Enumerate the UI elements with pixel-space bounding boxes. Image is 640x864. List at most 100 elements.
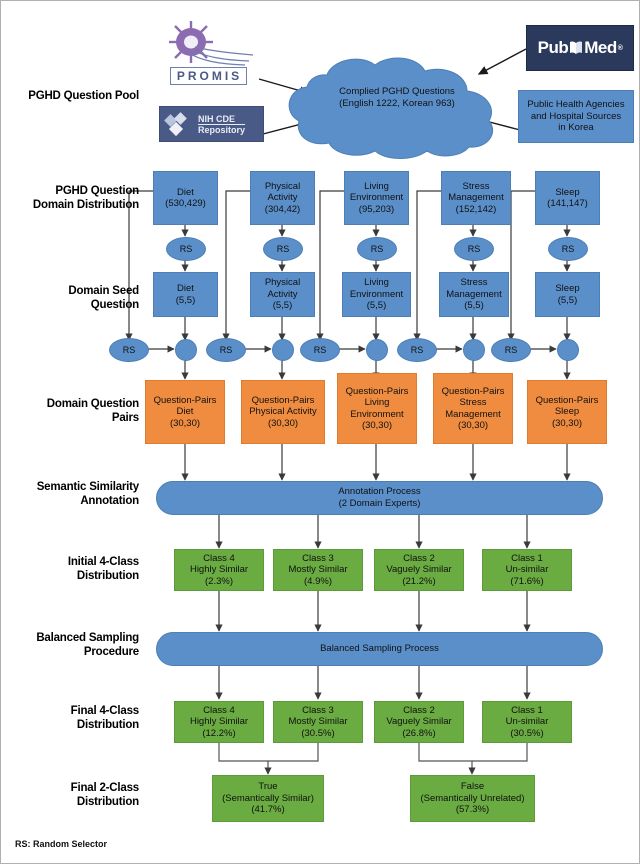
class-pct: (30.5%) bbox=[510, 727, 544, 739]
seed-box-diet: Diet (5,5) bbox=[153, 272, 218, 317]
initial-class-box-3: Class 3 Mostly Similar (4.9%) bbox=[273, 549, 363, 591]
final-class-box-4: Class 4 Highly Similar (12.2%) bbox=[174, 701, 264, 743]
pubmed-logo: Pub Med ® bbox=[526, 25, 634, 71]
initial-class-box-2: Class 2 Vaguely Similar (21.2%) bbox=[374, 549, 464, 591]
pairs-count: (30,30) bbox=[457, 420, 489, 431]
stage-label-pool: PGHD Question Pool bbox=[28, 90, 139, 102]
class-pct: (4.9%) bbox=[304, 575, 332, 587]
stage-label-initial-4class: Initial 4-Class Distribution bbox=[67, 556, 139, 582]
pubmed-text-pub: Pub bbox=[537, 38, 569, 57]
seed-name-l1: Diet bbox=[177, 283, 194, 294]
domain-pool-box-stress-management: Stress Management (152,142) bbox=[441, 171, 511, 225]
rs-label: RS bbox=[561, 244, 575, 254]
rs-label: RS bbox=[276, 244, 290, 254]
class-pct: (21.2%) bbox=[402, 575, 436, 587]
nih-cde-diamonds-icon bbox=[164, 112, 187, 137]
seed-box-sleep: Sleep (5,5) bbox=[535, 272, 600, 317]
rs-ellipse-pairing-stress-management: RS bbox=[397, 338, 437, 362]
class-name: Class 2 bbox=[403, 704, 435, 716]
question-pairs-box-physical-activity: Question-Pairs Physical Activity (30,30) bbox=[241, 380, 325, 444]
seed-count: (5,5) bbox=[175, 294, 196, 306]
merge-node-stress-management bbox=[463, 339, 485, 361]
pairs-title-l1: Question-Pairs bbox=[441, 385, 505, 397]
rs-ellipse-pairing-living-environment: RS bbox=[300, 338, 340, 362]
class-pct: (12.2%) bbox=[202, 727, 236, 739]
pairs-title-l3: Environment bbox=[350, 408, 404, 420]
public-health-line3: in Korea bbox=[558, 122, 594, 134]
rs-ellipse-pairing-physical-activity: RS bbox=[206, 338, 246, 362]
rs-label: RS bbox=[219, 345, 233, 355]
domain-pool-name-l1: Physical bbox=[264, 180, 301, 192]
annotation-line1: Annotation Process bbox=[338, 486, 421, 497]
seed-count: (5,5) bbox=[366, 300, 387, 312]
rs-ellipse-stress-management: RS bbox=[454, 237, 494, 261]
class-name: Class 3 bbox=[302, 552, 334, 564]
class-label: Mostly Similar bbox=[288, 716, 348, 728]
initial-class-box-1: Class 1 Un-similar (71.6%) bbox=[482, 549, 572, 591]
rs-ellipse-physical-activity: RS bbox=[263, 237, 303, 261]
promis-logo: PROMIS bbox=[156, 13, 261, 85]
pubmed-wordmark: Pub Med ® bbox=[538, 38, 623, 58]
domain-pool-name-l2: Environment bbox=[349, 192, 404, 204]
domain-pool-name-l1: Diet bbox=[177, 186, 194, 198]
class-label: Vaguely Similar bbox=[386, 564, 452, 576]
domain-pool-box-diet: Diet (530,429) bbox=[153, 171, 218, 225]
class-pct: (26.8%) bbox=[402, 727, 436, 739]
class-name: Class 4 bbox=[203, 552, 235, 564]
cloud-line2: (English 1222, Korean 963) bbox=[339, 98, 455, 109]
stage-label-domain-pairs: Domain Question Pairs bbox=[46, 398, 139, 424]
balanced-line1: Balanced Sampling Process bbox=[320, 643, 439, 654]
rs-label: RS bbox=[410, 345, 424, 355]
rs-label: RS bbox=[504, 345, 518, 355]
domain-pool-name-l1: Stress bbox=[462, 180, 490, 192]
merge-node-sleep bbox=[557, 339, 579, 361]
cloud-caption: Complied PGHD Questions (English 1222, K… bbox=[297, 86, 497, 110]
pairs-count: (30,30) bbox=[551, 417, 583, 429]
pairs-title-l3: Management bbox=[445, 408, 501, 420]
nih-cde-line2: Repository bbox=[198, 123, 246, 135]
domain-pool-name-l2: Activity bbox=[267, 192, 298, 204]
pairs-title-l2: Stress bbox=[459, 397, 487, 408]
rs-label: RS bbox=[313, 345, 327, 355]
class-name: Class 1 bbox=[511, 552, 543, 564]
binary-pct: (41.7%) bbox=[251, 804, 285, 816]
binary-name: False bbox=[460, 781, 485, 793]
question-pairs-box-sleep: Question-Pairs Sleep (30,30) bbox=[527, 380, 607, 444]
seed-name-l1: Stress bbox=[460, 277, 488, 289]
stage-label-annotation: Semantic Similarity Annotation bbox=[36, 481, 140, 507]
seed-name-l2: Management bbox=[446, 288, 502, 300]
nih-cde-line1: NIH CDE bbox=[198, 113, 236, 124]
seed-name-l2: Activity bbox=[267, 288, 298, 300]
class-name: Class 1 bbox=[511, 704, 543, 716]
question-pairs-box-stress-management: Question-Pairs Stress Management (30,30) bbox=[433, 373, 513, 444]
question-pairs-box-living-environment: Question-Pairs Living Environment (30,30… bbox=[337, 373, 417, 444]
domain-pool-count: (141,147) bbox=[547, 198, 588, 209]
class-pct: (30.5%) bbox=[301, 727, 335, 739]
domain-pool-count: (95,203) bbox=[358, 203, 395, 215]
public-health-line2: and Hospital Sources bbox=[530, 110, 622, 122]
seed-box-living-environment: Living Environment (5,5) bbox=[342, 272, 411, 317]
pairs-title-l2: Sleep bbox=[554, 406, 580, 418]
promis-wordmark: PROMIS bbox=[169, 67, 248, 85]
initial-class-box-4: Class 4 Highly Similar (2.3%) bbox=[174, 549, 264, 591]
rs-ellipse-pairing-sleep: RS bbox=[491, 338, 531, 362]
rs-ellipse-pairing-diet: RS bbox=[109, 338, 149, 362]
question-pairs-box-diet: Question-Pairs Diet (30,30) bbox=[145, 380, 225, 444]
binary-pct: (57.3%) bbox=[455, 804, 490, 816]
seed-name-l1: Sleep bbox=[555, 283, 580, 294]
final-class-box-2: Class 2 Vaguely Similar (26.8%) bbox=[374, 701, 464, 743]
merge-node-diet bbox=[175, 339, 197, 361]
binary-label: (Semantically Similar) bbox=[222, 792, 314, 804]
balanced-sampling-process-bar: Balanced Sampling Process bbox=[156, 632, 603, 666]
class-label: Highly Similar bbox=[189, 716, 249, 728]
pairs-title-l1: Question-Pairs bbox=[535, 394, 599, 406]
domain-pool-count: (530,429) bbox=[165, 198, 206, 209]
figure-canvas: PGHD Question Pool PGHD Question Domain … bbox=[0, 0, 640, 864]
seed-count: (5,5) bbox=[272, 300, 293, 312]
domain-pool-name-l2: Management bbox=[448, 192, 504, 204]
public-health-line1: Public Health Agencies bbox=[527, 99, 625, 111]
stage-label-balanced: Balanced Sampling Procedure bbox=[36, 632, 139, 658]
seed-box-physical-activity: Physical Activity (5,5) bbox=[250, 272, 315, 317]
class-label: Un-similar bbox=[505, 716, 549, 728]
pairs-title-l1: Question-Pairs bbox=[345, 385, 409, 397]
